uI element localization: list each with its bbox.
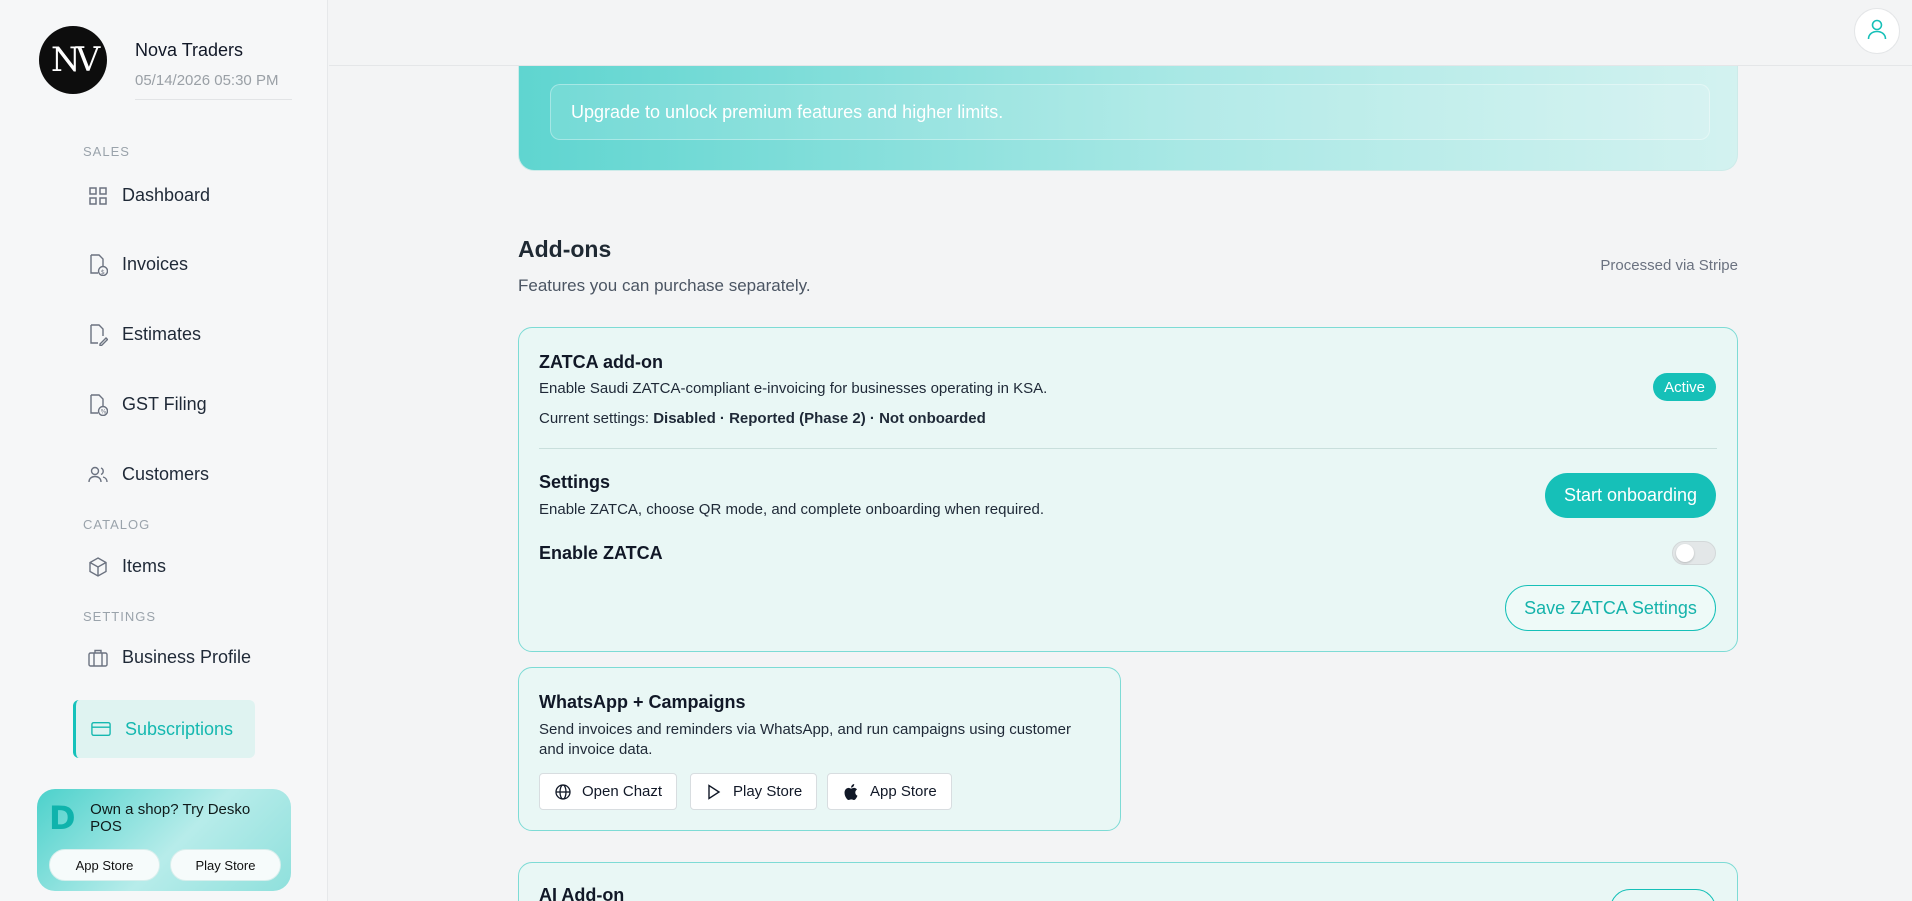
promo-play-store-button[interactable]: Play Store — [170, 849, 281, 881]
enable-zatca-toggle[interactable] — [1672, 541, 1716, 565]
sidebar-item-label: Business Profile — [122, 647, 252, 667]
users-icon — [88, 465, 108, 485]
user-icon — [1865, 17, 1889, 46]
addons-subtitle: Features you can purchase separately. — [518, 276, 811, 295]
zatca-title: ZATCA add-on — [539, 352, 663, 372]
start-onboarding-button[interactable]: Start onboarding — [1545, 473, 1716, 518]
apple-icon — [842, 783, 860, 801]
upgrade-banner: Upgrade to unlock premium features and h… — [518, 66, 1738, 171]
status-badge: Active — [1653, 373, 1716, 401]
zatca-addon-card: ZATCA add-on Enable Saudi ZATCA-complian… — [518, 327, 1738, 652]
sidebar-item-estimates[interactable]: Estimates — [88, 323, 202, 346]
sidebar-item-label: Subscriptions — [125, 718, 234, 739]
card-icon — [91, 719, 111, 739]
app-store-button[interactable]: App Store — [827, 773, 952, 810]
whatsapp-title: WhatsApp + Campaigns — [539, 692, 746, 712]
play-store-button[interactable]: Play Store — [690, 773, 818, 810]
sidebar: NV Nova Traders 05/14/2026 05:30 PM SALE… — [0, 0, 328, 901]
whatsapp-description: Send invoices and reminders via WhatsApp… — [539, 721, 1071, 758]
current-settings-value: Disabled · Reported (Phase 2) · Not onbo… — [653, 410, 986, 427]
invoice-icon: $ — [88, 253, 108, 276]
ai-addon-card: AI Add-on — [518, 862, 1738, 901]
app-store-label: App Store — [870, 783, 937, 800]
zatca-settings-description: Enable ZATCA, choose QR mode, and comple… — [539, 501, 1045, 518]
profile-button[interactable] — [1854, 8, 1900, 54]
svg-text:%: % — [101, 408, 107, 415]
zatca-current-settings: Current settings: Disabled · Reported (P… — [539, 410, 986, 427]
promo-app-store-button[interactable]: App Store — [49, 849, 160, 881]
sidebar-item-customers[interactable]: Customers — [88, 464, 209, 485]
open-chazt-button[interactable]: Open Chazt — [539, 773, 678, 810]
svg-text:$: $ — [101, 268, 105, 276]
brand-text: Nova Traders 05/14/2026 05:30 PM — [135, 26, 292, 100]
topbar — [329, 0, 1912, 66]
ai-addon-title: AI Add-on — [539, 885, 625, 901]
sidebar-item-label: Customers — [122, 464, 210, 484]
business-datetime: 05/14/2026 05:30 PM — [135, 72, 279, 89]
ai-addon-button[interactable] — [1610, 889, 1716, 901]
globe-icon — [554, 783, 572, 801]
current-settings-label: Current settings: — [539, 410, 650, 427]
processed-via-stripe: Processed via Stripe — [1600, 257, 1738, 274]
sidebar-item-label: Invoices — [122, 254, 189, 274]
sidebar-item-dashboard[interactable]: Dashboard — [88, 185, 210, 206]
brand-logo: NV — [39, 26, 107, 94]
zatca-description: Enable Saudi ZATCA-compliant e-invoicing… — [539, 380, 1048, 397]
sidebar-item-subscriptions[interactable]: Subscriptions — [73, 700, 255, 758]
desko-promo: D Own a shop? Try Desko POS App Store Pl… — [37, 789, 291, 891]
open-chazt-label: Open Chazt — [582, 783, 663, 800]
divider — [539, 448, 1717, 449]
sidebar-item-label: GST Filing — [122, 394, 207, 414]
business-name: Nova Traders — [135, 40, 244, 60]
section-catalog: CATALOG — [83, 517, 151, 532]
brand: NV Nova Traders 05/14/2026 05:30 PM — [39, 26, 292, 100]
play-icon — [705, 783, 723, 801]
whatsapp-addon-card: WhatsApp + Campaigns Send invoices and r… — [518, 667, 1121, 831]
addons-title: Add-ons — [518, 236, 612, 262]
sidebar-item-business-profile[interactable]: Business Profile — [88, 647, 251, 668]
grid-icon — [88, 186, 108, 206]
estimate-icon — [88, 323, 108, 346]
desko-logo: D — [49, 799, 76, 837]
gst-icon: % — [88, 393, 108, 416]
upgrade-banner-text: Upgrade to unlock premium features and h… — [550, 84, 1710, 140]
sidebar-item-items[interactable]: Items — [88, 556, 166, 577]
enable-zatca-label: Enable ZATCA — [539, 543, 663, 563]
sidebar-item-label: Estimates — [122, 324, 202, 344]
section-settings: SETTINGS — [83, 609, 157, 624]
sidebar-item-invoices[interactable]: $ Invoices — [88, 253, 189, 276]
sidebar-item-label: Items — [122, 556, 167, 576]
section-sales: SALES — [83, 144, 130, 159]
briefcase-icon — [88, 648, 108, 668]
promo-text: Own a shop? Try Desko POS — [90, 801, 251, 835]
sidebar-item-gst-filing[interactable]: % GST Filing — [88, 393, 207, 416]
box-icon — [88, 556, 108, 577]
zatca-settings-title: Settings — [539, 472, 611, 492]
sidebar-item-label: Dashboard — [122, 185, 211, 205]
save-zatca-settings-button[interactable]: Save ZATCA Settings — [1505, 585, 1716, 631]
play-store-label: Play Store — [733, 783, 803, 800]
